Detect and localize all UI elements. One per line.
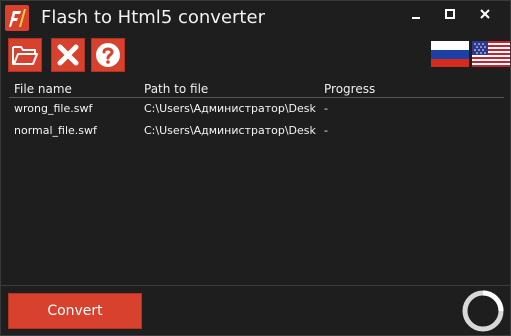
minimize-button[interactable] xyxy=(399,1,433,27)
open-file-button[interactable] xyxy=(8,38,42,72)
help-button[interactable] xyxy=(91,38,125,72)
close-icon xyxy=(480,9,490,19)
question-help-icon xyxy=(96,43,120,67)
table-header: File name Path to file Progress xyxy=(9,81,504,98)
table-row[interactable]: normal_file.swf C:\Users\Администратор\D… xyxy=(9,122,504,144)
path-cell: C:\Users\Администратор\Deskt xyxy=(144,124,316,137)
minimize-icon xyxy=(412,17,420,19)
flag-stripe-red xyxy=(431,59,469,67)
remove-file-button[interactable] xyxy=(51,38,85,72)
window-title: Flash to Html5 converter xyxy=(41,7,265,28)
progress-cell: - xyxy=(324,102,328,115)
table-row[interactable]: wrong_file.swf C:\Users\Администратор\De… xyxy=(9,100,504,122)
column-header-file-name[interactable]: File name xyxy=(14,82,72,96)
russian-flag-icon[interactable] xyxy=(431,41,469,67)
usa-flag-icon[interactable] xyxy=(472,41,510,67)
flash-converter-logo-icon xyxy=(5,5,29,31)
maximize-button[interactable] xyxy=(433,1,467,27)
footer-divider xyxy=(1,285,510,286)
title-bar[interactable]: Flash to Html5 converter xyxy=(1,1,510,35)
usa-flag-graphic xyxy=(472,41,510,67)
folder-open-icon xyxy=(12,46,38,65)
convert-button[interactable]: Convert xyxy=(8,293,142,329)
close-button[interactable] xyxy=(468,1,502,27)
flag-stripe-blue xyxy=(431,50,469,59)
x-remove-icon xyxy=(57,44,79,66)
column-header-path[interactable]: Path to file xyxy=(144,82,208,96)
maximize-icon xyxy=(445,9,455,19)
file-name-cell: normal_file.swf xyxy=(14,124,97,137)
column-header-progress[interactable]: Progress xyxy=(324,82,375,96)
app-window: Flash to Html5 converter File name Path … xyxy=(0,0,511,336)
path-cell: C:\Users\Администратор\Deskt xyxy=(144,102,316,115)
file-name-cell: wrong_file.swf xyxy=(14,102,93,115)
progress-cell: - xyxy=(324,124,328,137)
loading-ring-icon xyxy=(462,290,504,332)
flag-stripe-white xyxy=(431,41,469,50)
